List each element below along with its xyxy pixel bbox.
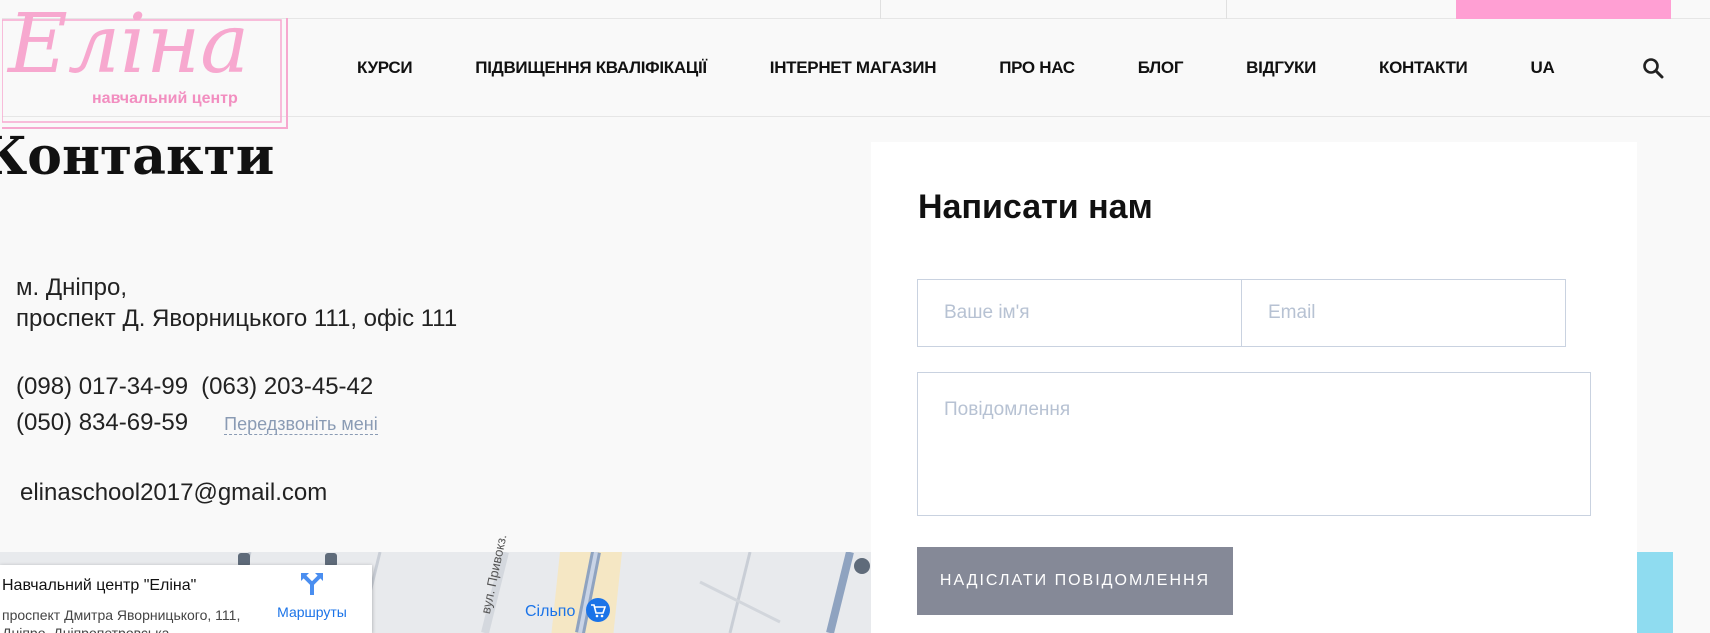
main-nav: КУРСИ ПІДВИЩЕННЯ КВАЛІФІКАЦІЇ ІНТЕРНЕТ М…	[357, 19, 1555, 117]
top-accent-bar	[1456, 0, 1671, 19]
teal-accent	[1637, 552, 1673, 633]
nav-shop[interactable]: ІНТЕРНЕТ МАГАЗИН	[770, 58, 937, 78]
phone-link[interactable]: (098) 017-34-99	[16, 369, 188, 405]
search-icon[interactable]	[1642, 57, 1664, 79]
submit-button[interactable]: НАДІСЛАТИ ПОВІДОМЛЕННЯ	[917, 547, 1233, 615]
nav-reviews[interactable]: ВІДГУКИ	[1246, 58, 1316, 78]
address-street: проспект Д. Яворницького 111, офіс 111	[16, 305, 458, 332]
form-title: Написати нам	[918, 188, 1153, 226]
nav-qualification[interactable]: ПІДВИЩЕННЯ КВАЛІФІКАЦІЇ	[475, 58, 707, 78]
logo-subtitle: навчальний центр	[92, 90, 238, 107]
page-title: Контакти	[0, 126, 275, 187]
map-place-name: Навчальний центр "Еліна"	[2, 577, 197, 594]
map-place-card: Навчальний центр "Еліна" проспект Дмитра…	[0, 565, 372, 633]
nav-blog[interactable]: БЛОГ	[1138, 58, 1184, 78]
nav-contacts[interactable]: КОНТАКТИ	[1379, 58, 1468, 78]
email-input[interactable]	[1241, 279, 1566, 347]
directions-label[interactable]: Маршруты	[270, 604, 354, 620]
callback-link[interactable]: Передзвоніть мені	[224, 414, 378, 435]
address-block: м. Дніпро, проспект Д. Яворницького 111,…	[16, 272, 457, 334]
language-switch[interactable]: UA	[1530, 58, 1554, 78]
map-place-address: проспект Дмитра Яворницького, 111, Дніпр…	[2, 607, 241, 633]
page: Еліна навчальний центр КУРСИ ПІДВИЩЕННЯ …	[0, 0, 1710, 633]
directions-icon	[301, 573, 323, 595]
nav-about[interactable]: ПРО НАС	[999, 58, 1075, 78]
address-city: м. Дніпро,	[16, 274, 128, 301]
nav-courses[interactable]: КУРСИ	[357, 58, 413, 78]
name-input[interactable]	[917, 279, 1242, 347]
directions-button[interactable]: Маршруты	[270, 571, 354, 620]
top-divider	[1226, 0, 1227, 19]
phone-link[interactable]: (063) 203-45-42	[201, 369, 373, 405]
message-input[interactable]	[917, 372, 1591, 516]
phones-block: (098) 017-34-99 (063) 203-45-42 (050) 83…	[16, 369, 378, 441]
top-divider	[880, 0, 881, 19]
phone-link[interactable]: (050) 834-69-59	[16, 405, 188, 441]
contact-form: Написати нам НАДІСЛАТИ ПОВІДОМЛЕННЯ	[871, 142, 1637, 633]
site-header: Еліна навчальний центр КУРСИ ПІДВИЩЕННЯ …	[0, 0, 1710, 130]
site-logo[interactable]: Еліна навчальний центр	[0, 0, 295, 130]
logo-text: Еліна	[6, 0, 249, 92]
map-poi-label: Сільпо	[525, 603, 576, 620]
email-link[interactable]: elinaschool2017@gmail.com	[20, 479, 327, 507]
